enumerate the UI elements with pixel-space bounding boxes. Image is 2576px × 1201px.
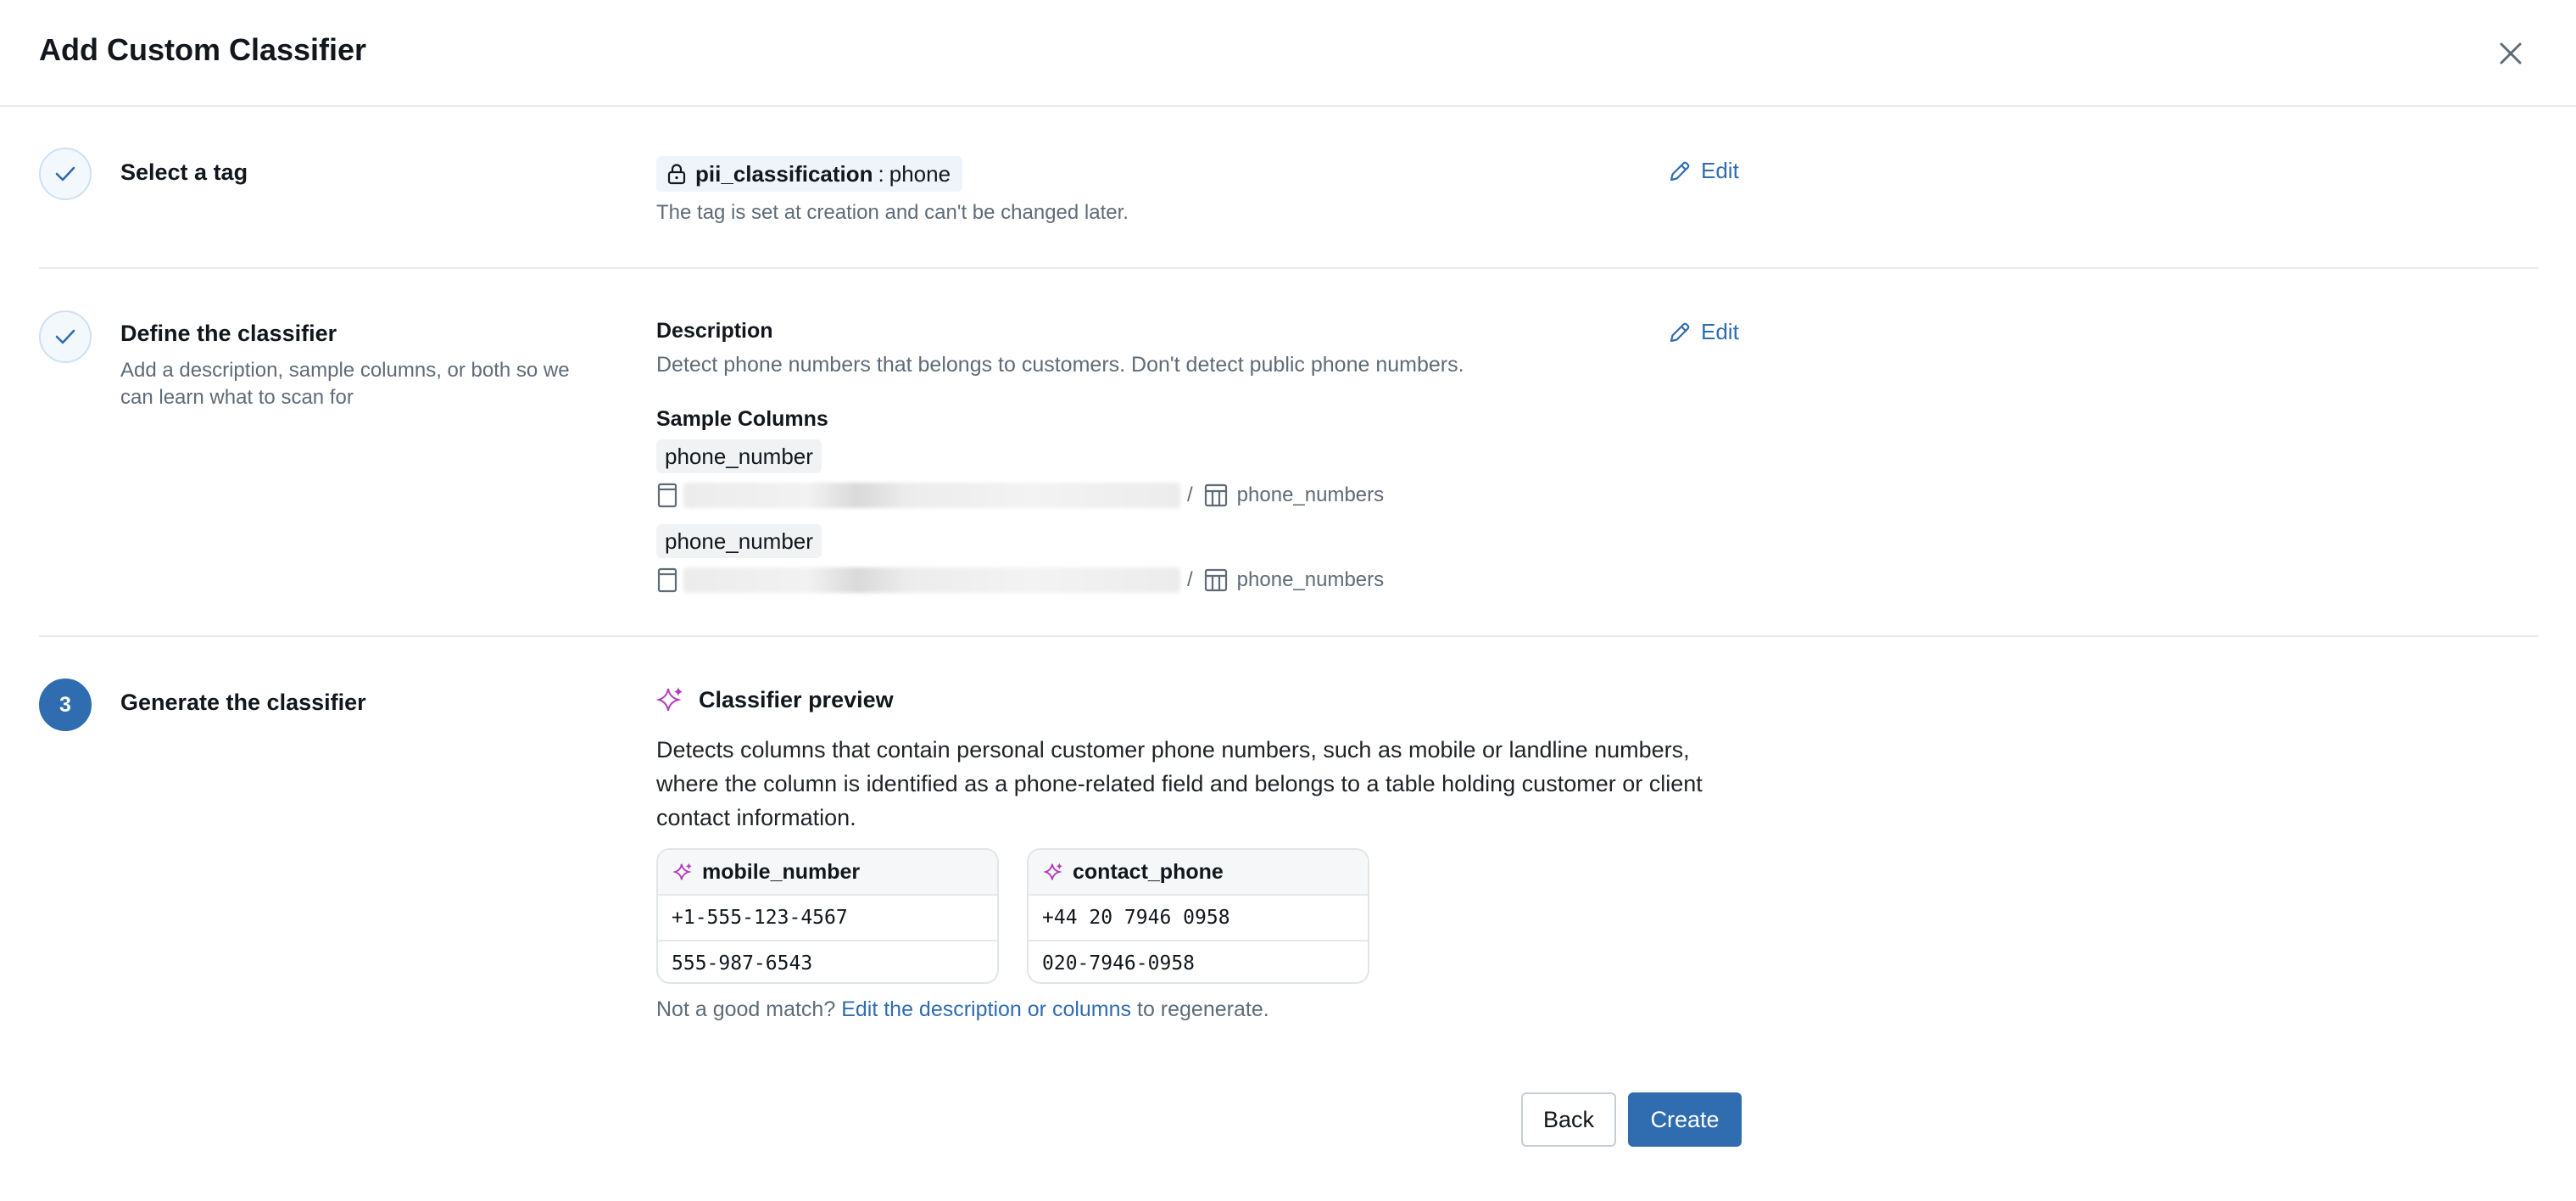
regenerate-prefix: Not a good match? — [656, 997, 836, 1021]
tag-value: phone — [889, 160, 951, 187]
sample-columns-label: Sample Columns — [656, 407, 828, 431]
regenerate-suffix: to regenerate. — [1137, 997, 1269, 1021]
path-separator: / — [1187, 483, 1193, 506]
pencil-icon — [1670, 161, 1690, 181]
edit-description-link[interactable]: Edit the description or columns — [841, 997, 1131, 1021]
pencil-icon — [1670, 322, 1690, 342]
tag-key: pii_classification — [695, 160, 873, 187]
check-icon — [55, 166, 75, 182]
modal-header: Add Custom Classifier — [0, 0, 2576, 107]
step-1-title: Select a tag — [120, 159, 248, 185]
step-3-indicator: 3 — [39, 679, 92, 731]
classifier-preview-header: Classifier preview — [656, 685, 894, 714]
step-1-complete-indicator — [39, 148, 92, 200]
sample-value: 555-987-6543 — [658, 940, 997, 982]
sample-column-chip: phone_number — [656, 524, 822, 558]
step-divider — [39, 635, 2539, 637]
catalog-icon — [657, 483, 677, 508]
modal-title: Add Custom Classifier — [39, 32, 367, 67]
catalog-icon — [657, 567, 677, 593]
step-2-subtitle: Add a description, sample columns, or bo… — [120, 359, 570, 409]
table-icon — [1204, 568, 1227, 592]
sample-card-header: contact_phone — [1029, 850, 1368, 896]
sample-card-header: mobile_number — [658, 850, 997, 896]
tag-separator: : — [878, 160, 884, 187]
redacted-path — [683, 483, 1180, 508]
redacted-path — [683, 567, 1180, 593]
sample-data-card: mobile_number +1-555-123-4567 555-987-65… — [656, 848, 999, 984]
step-2-title: Define the classifier — [120, 321, 337, 346]
add-classifier-modal: Add Custom Classifier Select a tag pii_c… — [0, 0, 2576, 1201]
table-icon — [1204, 483, 1227, 507]
sample-value: +44 20 7946 0958 — [1042, 907, 1230, 929]
edit-classifier-button[interactable]: Edit — [1667, 319, 1739, 345]
lock-icon — [667, 164, 686, 185]
sample-column-chip: phone_number — [656, 439, 822, 473]
sample-column-name: mobile_number — [702, 859, 861, 884]
step-2-complete-indicator — [39, 310, 92, 363]
edit-tag-label: Edit — [1701, 158, 1739, 183]
selected-tag-chip: pii_classification : phone — [656, 156, 963, 192]
tag-hint: The tag is set at creation and can't be … — [656, 201, 1129, 224]
sample-column-name: contact_phone — [1073, 859, 1224, 884]
sparkle-icon — [673, 863, 692, 880]
edit-tag-button[interactable]: Edit — [1667, 158, 1739, 184]
classifier-preview-title: Classifier preview — [699, 686, 894, 712]
close-button[interactable] — [2491, 34, 2530, 73]
sample-value: 020-7946-0958 — [1029, 940, 1368, 982]
create-button[interactable]: Create — [1628, 1092, 1742, 1147]
sparkle-icon — [1044, 863, 1062, 880]
back-button[interactable]: Back — [1521, 1092, 1616, 1147]
step-divider — [39, 267, 2539, 269]
sparkle-icon — [656, 687, 683, 712]
sample-data-card: contact_phone +44 20 7946 0958 020-7946-… — [1027, 848, 1369, 984]
check-icon — [55, 329, 75, 344]
description-text: Detect phone numbers that belongs to cus… — [656, 353, 1464, 377]
step-3-title: Generate the classifier — [120, 690, 366, 715]
description-label: Description — [656, 319, 773, 343]
path-separator: / — [1187, 568, 1193, 591]
edit-classifier-label: Edit — [1701, 319, 1739, 344]
sample-value: +1-555-123-4567 — [672, 907, 848, 929]
sample-column-path: / phone_numbers — [656, 565, 1384, 595]
classifier-preview-text: Detects columns that contain personal cu… — [656, 737, 1703, 830]
table-name: phone_numbers — [1236, 483, 1385, 506]
close-icon — [2500, 42, 2522, 64]
table-name: phone_numbers — [1236, 568, 1385, 591]
sample-column-path: / phone_numbers — [656, 480, 1384, 511]
regenerate-hint: Not a good match? Edit the description o… — [656, 997, 1269, 1022]
